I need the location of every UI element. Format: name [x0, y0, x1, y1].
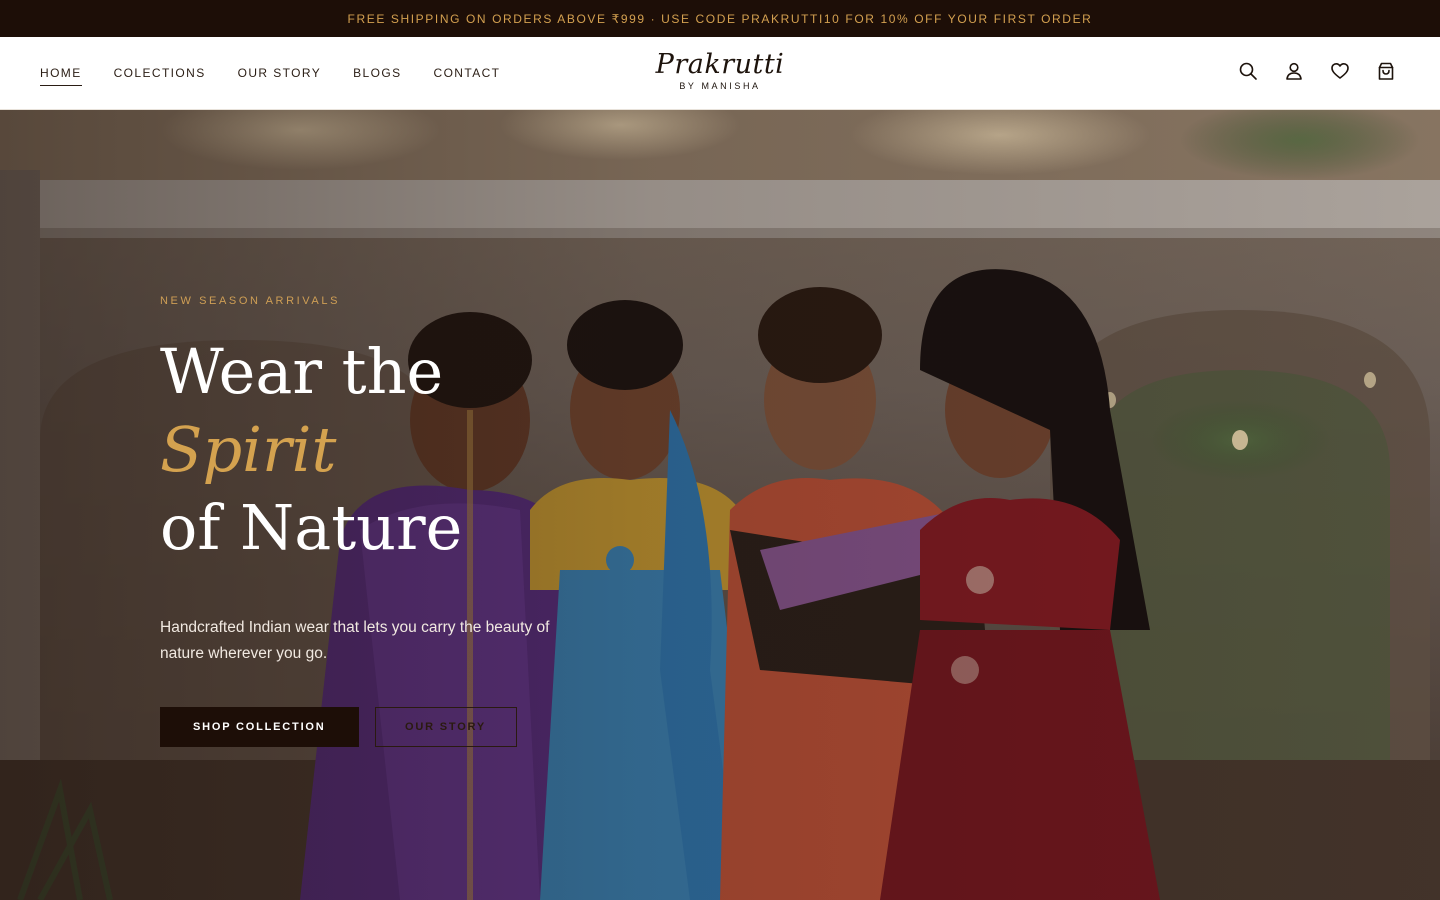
- header-actions: [1238, 61, 1396, 81]
- nav-item-our-story[interactable]: OUR STORY: [238, 60, 322, 86]
- hero-headline: Wear the Spirit of Nature: [160, 333, 720, 567]
- logo-name: Prakrutti: [655, 49, 785, 80]
- search-icon[interactable]: [1238, 61, 1258, 81]
- headline-accent: Spirit: [160, 413, 337, 486]
- account-icon[interactable]: [1284, 61, 1304, 81]
- our-story-button[interactable]: OUR STORY: [374, 707, 517, 747]
- wishlist-heart-icon[interactable]: [1330, 61, 1350, 81]
- hero-content: NEW SEASON ARRIVALS Wear the Spirit of N…: [160, 295, 720, 747]
- nav-item-collections[interactable]: COLECTIONS: [114, 60, 206, 86]
- nav-item-home[interactable]: HOME: [40, 60, 82, 86]
- site-header: HOME COLECTIONS OUR STORY BLOGS CONTACT …: [0, 37, 1440, 110]
- main-nav: HOME COLECTIONS OUR STORY BLOGS CONTACT: [40, 37, 500, 109]
- hero-eyebrow: NEW SEASON ARRIVALS: [160, 295, 341, 307]
- hero-cta-row: SHOP COLLECTION OUR STORY: [160, 707, 720, 747]
- headline-line-3: of Nature: [160, 491, 463, 564]
- announcement-bar: FREE SHIPPING ON ORDERS ABOVE ₹999 · USE…: [0, 0, 1440, 37]
- cart-bag-icon[interactable]: [1376, 61, 1396, 81]
- logo-tagline: BY MANISHA: [679, 81, 761, 91]
- brand-logo[interactable]: Prakrutti BY MANISHA: [620, 49, 820, 91]
- announcement-text: FREE SHIPPING ON ORDERS ABOVE ₹999 · USE…: [347, 11, 1093, 26]
- nav-item-blogs[interactable]: BLOGS: [353, 60, 401, 86]
- hero-description: Handcrafted Indian wear that lets you ca…: [160, 619, 550, 662]
- headline-line-1: Wear the: [160, 335, 444, 408]
- hero-section: NEW SEASON ARRIVALS Wear the Spirit of N…: [0, 110, 1440, 900]
- nav-item-contact[interactable]: CONTACT: [434, 60, 501, 86]
- shop-collection-button[interactable]: SHOP COLLECTION: [160, 707, 359, 747]
